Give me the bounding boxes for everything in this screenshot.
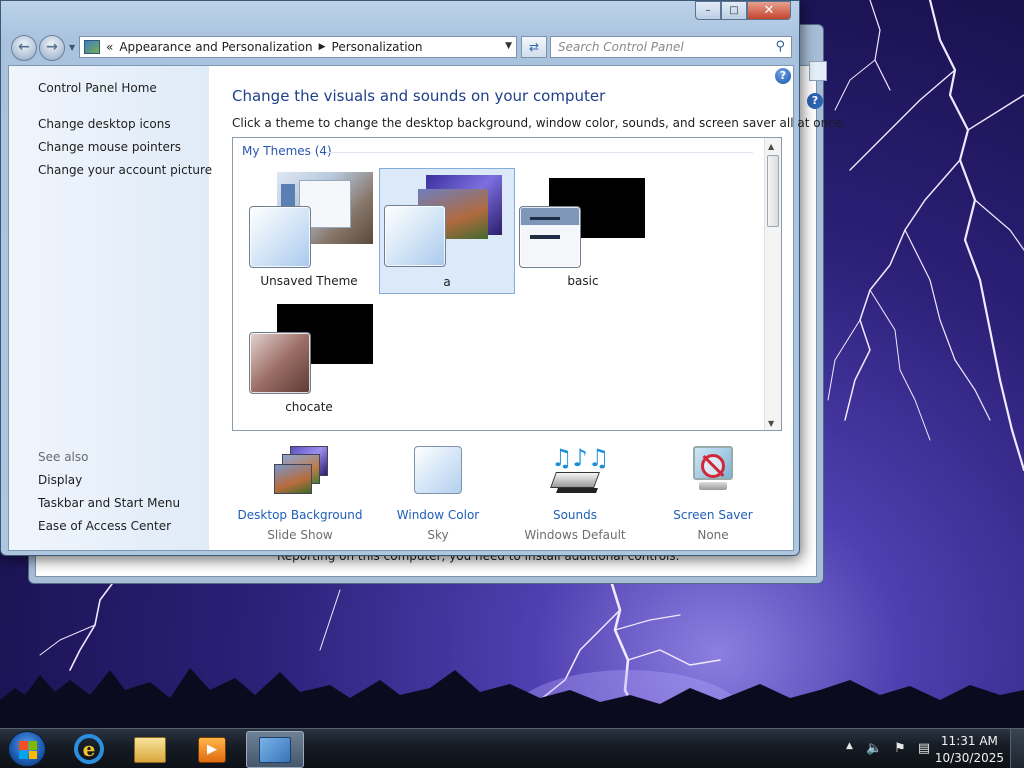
themes-list: My Themes (4) Unsaved Theme a basic choc… bbox=[232, 137, 782, 431]
sidebar-change-account-picture[interactable]: Change your account picture bbox=[38, 163, 212, 177]
search-placeholder: Search Control Panel bbox=[558, 40, 684, 54]
taskbar-media-player[interactable]: ▶ bbox=[184, 731, 242, 768]
theme-tile-chocate[interactable]: chocate bbox=[241, 294, 377, 420]
theme-tile-basic[interactable]: basic bbox=[515, 168, 651, 294]
clock-time: 11:31 AM bbox=[940, 734, 998, 748]
address-bar[interactable]: « Appearance and Personalization ▶ Perso… bbox=[79, 36, 517, 58]
screen-saver-label[interactable]: Screen Saver bbox=[643, 508, 783, 522]
clock[interactable]: 11:31 AM 10/30/2025 bbox=[935, 733, 1004, 767]
sidebar-control-panel-home[interactable]: Control Panel Home bbox=[38, 81, 157, 95]
breadcrumb-appearance[interactable]: Appearance and Personalization bbox=[119, 40, 312, 54]
window-body: Control Panel Home Change desktop icons … bbox=[8, 65, 846, 551]
minimize-button[interactable]: – bbox=[695, 1, 721, 20]
media-player-icon: ▶ bbox=[198, 737, 226, 763]
back-arrow-icon: ← bbox=[18, 39, 30, 55]
group-divider bbox=[327, 152, 753, 153]
main-pane: ? Change the visuals and sounds on your … bbox=[209, 66, 846, 550]
window-color-icon bbox=[410, 446, 466, 498]
see-also-ease-of-access[interactable]: Ease of Access Center bbox=[38, 519, 171, 533]
windows-logo-icon bbox=[19, 741, 37, 759]
scroll-up-arrow-icon[interactable]: ▲ bbox=[768, 142, 774, 151]
scroll-thumb[interactable] bbox=[767, 155, 779, 227]
theme-color-swatch bbox=[384, 205, 446, 267]
theme-tile-a[interactable]: a bbox=[379, 168, 515, 294]
taskbar-windows-explorer[interactable] bbox=[122, 731, 180, 768]
theme-name: a bbox=[443, 275, 451, 289]
theme-name: chocate bbox=[285, 400, 333, 414]
sounds-icon: ♫♪♫ bbox=[547, 446, 609, 498]
volume-muted-icon[interactable]: 🔈 bbox=[866, 741, 882, 757]
search-icon[interactable]: ⚲ bbox=[775, 37, 785, 57]
window-color-setting[interactable]: Window Color Sky bbox=[368, 446, 508, 542]
theme-settings-bar: Desktop Background Slide Show Window Col… bbox=[232, 446, 792, 546]
navigation-bar: ← → ▼ « Appearance and Personalization ▶… bbox=[9, 33, 792, 61]
screen-saver-icon bbox=[685, 446, 741, 498]
action-center-icon[interactable]: ⚑ bbox=[892, 741, 908, 757]
background-window-search-button[interactable] bbox=[809, 61, 827, 81]
desktop-background-label[interactable]: Desktop Background bbox=[230, 508, 370, 522]
search-input[interactable]: Search Control Panel ⚲ bbox=[550, 36, 792, 58]
network-icon[interactable]: ▤ bbox=[916, 741, 932, 757]
sidebar-change-mouse-pointers[interactable]: Change mouse pointers bbox=[38, 140, 181, 154]
scroll-down-arrow-icon[interactable]: ▼ bbox=[768, 419, 774, 428]
theme-name: Unsaved Theme bbox=[260, 274, 358, 288]
refresh-button[interactable]: ⇄ bbox=[521, 36, 547, 58]
wallpaper-treeline bbox=[0, 668, 1024, 730]
personalization-window: – □ ✕ ← → ▼ « Appearance and Personaliza… bbox=[0, 0, 846, 556]
theme-color-swatch bbox=[519, 206, 581, 268]
forward-button[interactable]: → bbox=[39, 35, 65, 61]
breadcrumb-personalization[interactable]: Personalization bbox=[332, 40, 423, 54]
desktop-background-icon bbox=[272, 446, 328, 498]
see-also-taskbar-start-menu[interactable]: Taskbar and Start Menu bbox=[38, 496, 180, 510]
address-dropdown-icon[interactable]: ▼ bbox=[505, 41, 512, 51]
windows-explorer-icon bbox=[134, 737, 166, 763]
theme-color-swatch bbox=[249, 206, 311, 268]
sounds-value: Windows Default bbox=[524, 528, 626, 542]
start-button[interactable] bbox=[8, 731, 46, 767]
caption-buttons: – □ ✕ bbox=[695, 1, 791, 21]
taskbar-control-panel[interactable] bbox=[246, 731, 304, 768]
forward-arrow-icon: → bbox=[46, 39, 58, 55]
theme-name: basic bbox=[567, 274, 599, 288]
sidebar-change-desktop-icons[interactable]: Change desktop icons bbox=[38, 117, 171, 131]
background-window-help-icon[interactable]: ? bbox=[807, 93, 823, 109]
recent-pages-dropdown[interactable]: ▼ bbox=[69, 43, 75, 52]
refresh-icon: ⇄ bbox=[528, 40, 540, 54]
help-button[interactable]: ? bbox=[775, 68, 791, 84]
desktop-background-value: Slide Show bbox=[267, 528, 333, 542]
themes-scrollbar[interactable]: ▲ ▼ bbox=[764, 138, 781, 430]
clock-date: 10/30/2025 bbox=[934, 751, 1004, 765]
taskbar: e ▶ ▲ 🔈 ⚑ ▤ 11:31 AM 10/30/2025 bbox=[0, 728, 1024, 768]
page-title: Change the visuals and sounds on your co… bbox=[232, 87, 606, 105]
breadcrumb-overflow[interactable]: « bbox=[106, 40, 113, 54]
internet-explorer-icon: e bbox=[74, 734, 104, 764]
sidebar: Control Panel Home Change desktop icons … bbox=[9, 66, 212, 550]
theme-tile-unsaved[interactable]: Unsaved Theme bbox=[241, 168, 377, 294]
see-also-display[interactable]: Display bbox=[38, 473, 82, 487]
control-panel-icon bbox=[84, 40, 100, 54]
maximize-button[interactable]: □ bbox=[721, 1, 747, 20]
sounds-label[interactable]: Sounds bbox=[505, 508, 645, 522]
close-button[interactable]: ✕ bbox=[747, 1, 791, 20]
page-description: Click a theme to change the desktop back… bbox=[232, 116, 846, 130]
theme-color-swatch bbox=[249, 332, 311, 394]
window-color-label[interactable]: Window Color bbox=[368, 508, 508, 522]
screen-saver-setting[interactable]: Screen Saver None bbox=[643, 446, 783, 542]
control-panel-icon bbox=[259, 737, 291, 763]
show-hidden-icons-button[interactable]: ▲ bbox=[846, 741, 853, 751]
show-desktop-button[interactable] bbox=[1010, 729, 1024, 768]
back-button[interactable]: ← bbox=[11, 35, 37, 61]
taskbar-internet-explorer[interactable]: e bbox=[60, 731, 118, 768]
group-label-my-themes[interactable]: My Themes (4) bbox=[242, 144, 332, 158]
window-color-value: Sky bbox=[427, 528, 449, 542]
screen-saver-value: None bbox=[697, 528, 729, 542]
see-also-heading: See also bbox=[38, 450, 89, 464]
breadcrumb-separator-icon[interactable]: ▶ bbox=[319, 42, 326, 52]
desktop-background-setting[interactable]: Desktop Background Slide Show bbox=[230, 446, 370, 542]
sounds-setting[interactable]: ♫♪♫ Sounds Windows Default bbox=[505, 446, 645, 542]
